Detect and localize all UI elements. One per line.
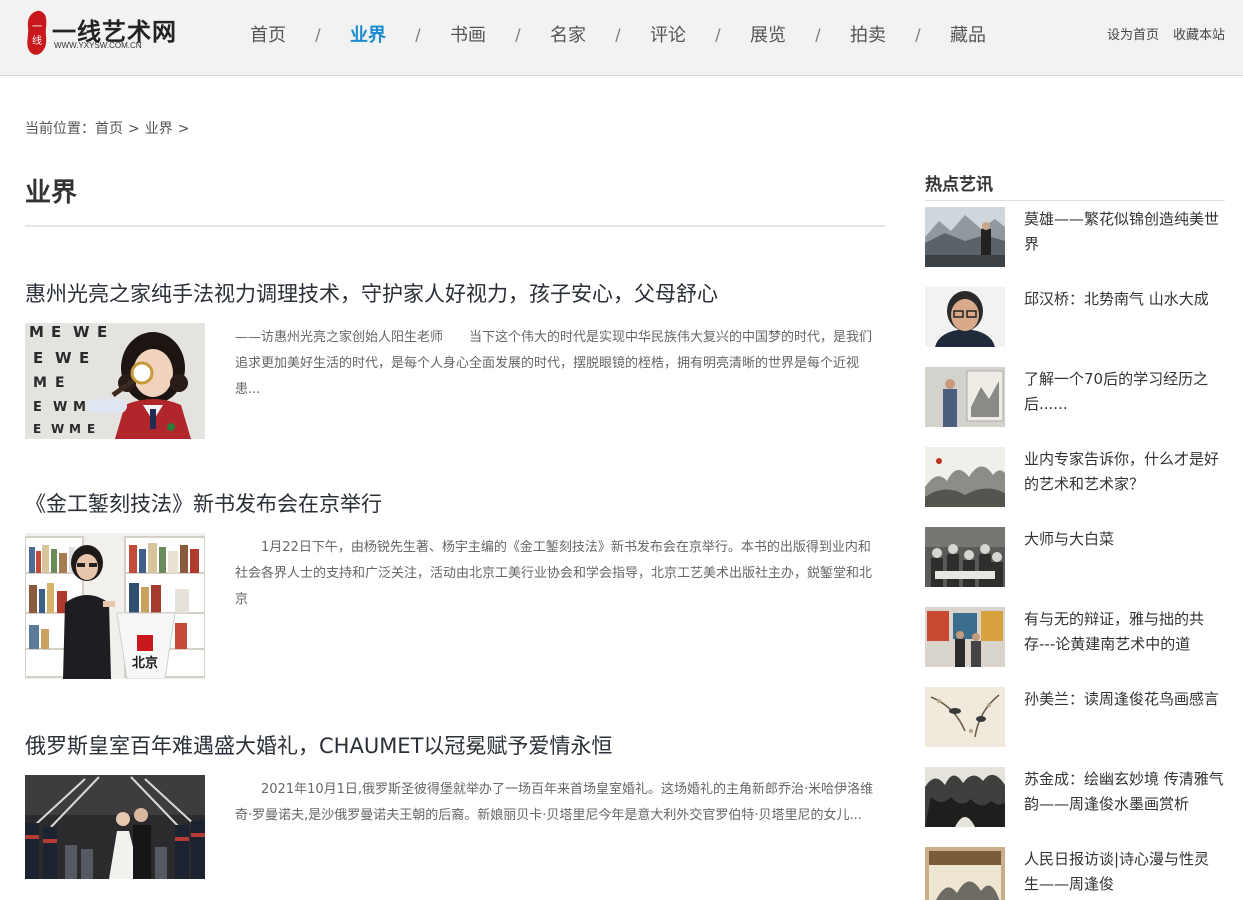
page-title: 业界 — [25, 178, 78, 208]
hot-news-item[interactable]: 人民日报访谈|诗心漫与性灵生——周逢俊 — [925, 847, 1225, 900]
hot-news-item[interactable]: 莫雄——繁花似锦创造纯美世界 — [925, 207, 1225, 267]
eye-chart-letter: M — [73, 400, 86, 415]
nav-separator: / — [315, 24, 321, 44]
site-header: 一 线 一线艺术网 WWW.YXYSW.COM.CN 首页 / 业界 / 书画 … — [0, 0, 1243, 76]
royal-wedding-thumbnail[interactable] — [25, 775, 205, 879]
logo-seal-text-2: 线 — [32, 34, 42, 47]
nav-item-home[interactable]: 首页 — [250, 21, 286, 47]
nav-item-reviews[interactable]: 评论 — [650, 21, 686, 47]
article-excerpt: 2021年10月1日,俄罗斯圣彼得堡就举办了一场百年来首场皇室婚礼。这场婚礼的主… — [235, 782, 874, 823]
hot-news-title[interactable]: 莫雄——繁花似锦创造纯美世界 — [1024, 207, 1224, 257]
eye-chart-letter: W — [53, 400, 67, 415]
hot-news-item[interactable]: 大师与大白菜 — [925, 527, 1225, 587]
breadcrumb-prefix: 当前位置： — [25, 121, 95, 137]
main-nav: 首页 / 业界 / 书画 / 名家 / 评论 / 展览 / 拍卖 / 藏品 — [250, 21, 986, 47]
breadcrumb-industry-link[interactable]: 业界 — [145, 121, 173, 137]
eye-chart-letter: E — [97, 323, 107, 341]
breadcrumb: 当前位置：首页 > 业界 > — [25, 118, 194, 138]
article-body: M E W E E W E M E E W M E W M E ——访惠州光亮之… — [25, 323, 885, 441]
hot-news-title[interactable]: 有与无的辩证，雅与拙的共存---论黄建南艺术中的道 — [1024, 607, 1224, 657]
hot-news-title[interactable]: 苏金成：绘幽玄妙境 传清雅气韵——周逢俊水墨画赏析 — [1024, 767, 1224, 817]
nav-separator: / — [715, 24, 721, 44]
hot-news-title[interactable]: 了解一个70后的学习经历之后...... — [1024, 367, 1224, 417]
hot-news-item[interactable]: 有与无的辩证，雅与拙的共存---论黄建南艺术中的道 — [925, 607, 1225, 667]
logo-url: WWW.YXYSW.COM.CN — [54, 41, 142, 50]
set-homepage-link[interactable]: 设为首页 — [1107, 24, 1159, 43]
logo-seal-text-1: 一 — [32, 22, 42, 33]
top-links: 设为首页 收藏本站 — [1107, 24, 1225, 43]
article-excerpt: 1月22日下午，由杨锐先生著、杨宇主编的《金工錾刻技法》新书发布会在京举行。本书… — [235, 540, 873, 607]
hot-news-title[interactable]: 业内专家告诉你，什么才是好的艺术和艺术家？ — [1024, 447, 1224, 497]
breadcrumb-separator: > — [177, 121, 190, 137]
sidebar-heading: 热点艺讯 — [925, 175, 993, 195]
hot-news-thumbnail[interactable] — [925, 607, 1005, 667]
nav-separator: / — [515, 24, 521, 44]
hot-news-title[interactable]: 人民日报访谈|诗心漫与性灵生——周逢俊 — [1024, 847, 1224, 897]
nav-separator: / — [815, 24, 821, 44]
article-title-link[interactable]: 俄罗斯皇室百年难遇盛大婚礼，CHAUMET以冠冕赋予爱情永恒 — [25, 730, 885, 760]
article-body: 2021年10月1日,俄罗斯圣彼得堡就举办了一场百年来首场皇室婚礼。这场婚礼的主… — [25, 775, 885, 893]
site-logo[interactable]: 一 线 一线艺术网 WWW.YXYSW.COM.CN — [25, 10, 176, 58]
hot-news-thumbnail[interactable] — [925, 287, 1005, 347]
nav-item-painting[interactable]: 书画 — [450, 21, 486, 47]
hot-news-title[interactable]: 邱汉桥：北势南气 山水大成 — [1024, 287, 1224, 312]
eye-chart-letter: E — [51, 323, 61, 341]
nav-separator: / — [915, 24, 921, 44]
nav-item-collections[interactable]: 藏品 — [950, 21, 986, 47]
logo-seal-icon: 一 线 — [27, 10, 47, 55]
bookmark-site-link[interactable]: 收藏本站 — [1173, 24, 1225, 43]
sidebar-divider — [925, 200, 1225, 201]
eye-chart-letter: W — [55, 349, 72, 367]
article-title-link[interactable]: 《金工錾刻技法》新书发布会在京举行 — [25, 488, 885, 518]
eye-chart-letter: E — [55, 375, 65, 391]
eye-chart-letter: M — [29, 323, 44, 341]
eye-chart-letter: E — [87, 422, 95, 436]
hot-news-thumbnail[interactable] — [925, 447, 1005, 507]
nav-item-masters[interactable]: 名家 — [550, 21, 586, 47]
eye-chart-letter: E — [33, 400, 42, 415]
title-divider — [25, 225, 885, 227]
hot-news-thumbnail[interactable] — [925, 367, 1005, 427]
hot-news-item[interactable]: 孙美兰：读周逢俊花鸟画感言 — [925, 687, 1225, 747]
article-excerpt: ——访惠州光亮之家创始人阳生老师 当下这个伟大的时代是实现中华民族伟大复兴的中国… — [235, 330, 873, 397]
podium-sign-text: 北京 — [132, 655, 158, 671]
hot-news-item[interactable]: 苏金成：绘幽玄妙境 传清雅气韵——周逢俊水墨画赏析 — [925, 767, 1225, 827]
nav-item-exhibitions[interactable]: 展览 — [750, 21, 786, 47]
article-item: 俄罗斯皇室百年难遇盛大婚礼，CHAUMET以冠冕赋予爱情永恒 2021年10月1… — [25, 730, 885, 893]
breadcrumb-separator: > — [128, 121, 140, 137]
article-title-link[interactable]: 惠州光亮之家纯手法视力调理技术，守护家人好视力，孩子安心，父母舒心 — [25, 278, 885, 308]
article-body: 北京 1月22日下午，由杨锐先生著、杨宇主编的《金工錾刻技法》新书发布会在京举行… — [25, 533, 885, 679]
article-item: 惠州光亮之家纯手法视力调理技术，守护家人好视力，孩子安心，父母舒心 M E W … — [25, 278, 885, 441]
eye-chart-letter: W — [51, 422, 64, 436]
hot-news-thumbnail[interactable] — [925, 207, 1005, 267]
hot-news-thumbnail[interactable] — [925, 527, 1005, 587]
nav-item-auctions[interactable]: 拍卖 — [850, 21, 886, 47]
girl-eye-chart-thumbnail[interactable]: M E W E E W E M E E W M E W M E — [25, 323, 205, 439]
hot-news-item[interactable]: 业内专家告诉你，什么才是好的艺术和艺术家？ — [925, 447, 1225, 507]
eye-chart-letter: E — [33, 349, 43, 367]
hot-news-item[interactable]: 邱汉桥：北势南气 山水大成 — [925, 287, 1225, 347]
eye-chart-letter: M — [69, 422, 81, 436]
hot-news-title[interactable]: 孙美兰：读周逢俊花鸟画感言 — [1024, 687, 1224, 712]
hot-news-title[interactable]: 大师与大白菜 — [1024, 527, 1224, 552]
hot-news-thumbnail[interactable] — [925, 767, 1005, 827]
eye-chart-letter: E — [33, 422, 41, 436]
hot-news-item[interactable]: 了解一个70后的学习经历之后...... — [925, 367, 1225, 427]
nav-separator: / — [415, 24, 421, 44]
nav-item-industry[interactable]: 业界 — [350, 21, 386, 47]
article-item: 《金工錾刻技法》新书发布会在京举行 北京 1月22日下午，由杨锐先生著、杨宇主编… — [25, 488, 885, 679]
hot-news-thumbnail[interactable] — [925, 687, 1005, 747]
eye-chart-letter: M — [33, 375, 47, 391]
hot-news-thumbnail[interactable] — [925, 847, 1005, 900]
breadcrumb-home-link[interactable]: 首页 — [95, 121, 123, 137]
eye-chart-letter: W — [73, 323, 90, 341]
nav-separator: / — [615, 24, 621, 44]
book-launch-thumbnail[interactable]: 北京 — [25, 533, 205, 679]
hot-news-sidebar: 热点艺讯 莫雄——繁花似锦创造纯美世界 邱汉桥：北势南气 山水大成 了解一个70… — [925, 170, 1225, 900]
eye-chart-letter: E — [79, 349, 89, 367]
